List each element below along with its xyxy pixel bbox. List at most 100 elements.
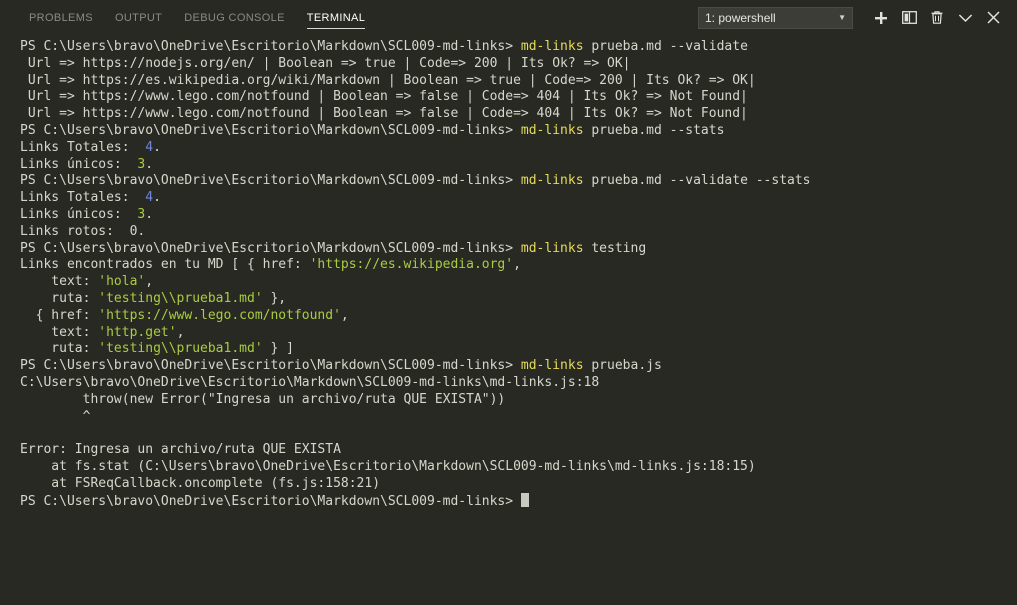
prompt: PS C:\Users\bravo\OneDrive\Escritorio\Ma… <box>20 39 521 54</box>
tab-debug-console[interactable]: DEBUG CONSOLE <box>173 0 296 35</box>
suffix: . <box>145 156 154 172</box>
cmd: md-links <box>520 240 584 256</box>
value: 4 <box>145 190 154 206</box>
terminal-stat-line: Links Totales: 4. <box>0 140 1017 157</box>
terminal-instance-select[interactable]: 1: powershell ▼ <box>698 6 853 29</box>
text: Error: Ingresa un archivo/ruta QUE EXIST… <box>20 442 341 458</box>
label: Links únicos: <box>20 206 138 222</box>
terminal-output-line: throw(new Error("Ingresa un archivo/ruta… <box>0 392 1017 409</box>
terminal-output[interactable]: PS C:\Users\bravo\OneDrive\Escritorio\Ma… <box>0 35 1017 605</box>
close-icon <box>986 11 1000 24</box>
post: } ] <box>262 341 294 357</box>
panel-tab-bar: PROBLEMS OUTPUT DEBUG CONSOLE TERMINAL <box>0 0 376 35</box>
terminal-output-line: ^ <box>0 409 1017 426</box>
str: 'http.get' <box>98 324 177 340</box>
terminal-output-line: Url => https://www.lego.com/notfound | B… <box>0 106 1017 123</box>
text: ^ <box>20 408 91 424</box>
args: testing <box>583 240 647 256</box>
label: Links rotos: <box>20 223 130 239</box>
suffix: . <box>153 190 161 206</box>
new-terminal-button[interactable] <box>867 4 895 32</box>
chevron-down-icon: ▼ <box>838 12 846 22</box>
split-terminal-button[interactable] <box>895 4 923 32</box>
terminal-command-line: PS C:\Users\bravo\OneDrive\Escritorio\Ma… <box>0 39 1017 56</box>
text: Url => https://nodejs.org/en/ | Boolean … <box>20 55 631 71</box>
cmd: md-links <box>520 358 584 374</box>
prompt: PS C:\Users\bravo\OneDrive\Escritorio\Ma… <box>20 358 521 374</box>
label: Links únicos: <box>20 156 138 172</box>
pre: ruta: <box>20 290 99 306</box>
post: }, <box>262 290 287 306</box>
prompt: PS C:\Users\bravo\OneDrive\Escritorio\Ma… <box>20 240 521 256</box>
tab-label: DEBUG CONSOLE <box>184 11 285 24</box>
terminal-stat-line: Links rotos: 0. <box>0 224 1017 241</box>
terminal-output-line: Error: Ingresa un archivo/ruta QUE EXIST… <box>0 442 1017 459</box>
str: 'https://es.wikipedia.org' <box>309 257 514 273</box>
cmd: md-links <box>520 173 584 189</box>
text: throw(new Error("Ingresa un archivo/ruta… <box>20 391 506 407</box>
panel-actions: 1: powershell ▼ <box>698 0 1017 35</box>
text: Url => https://www.lego.com/notfound | B… <box>20 106 748 122</box>
close-panel-button[interactable] <box>979 4 1007 32</box>
tab-terminal[interactable]: TERMINAL <box>296 0 376 35</box>
text: C:\Users\bravo\OneDrive\Escritorio\Markd… <box>20 374 600 390</box>
text: Url => https://es.wikipedia.org/wiki/Mar… <box>20 72 756 88</box>
terminal-stat-line: Links Totales: 4. <box>0 190 1017 207</box>
args: prueba.md --stats <box>583 122 725 138</box>
panel-header: PROBLEMS OUTPUT DEBUG CONSOLE TERMINAL 1: p… <box>0 0 1017 35</box>
terminal-output-line: Url => https://es.wikipedia.org/wiki/Mar… <box>0 73 1017 90</box>
terminal-object-line: ruta: 'testing\\prueba1.md' } ] <box>0 341 1017 358</box>
terminal-object-line: text: 'hola', <box>0 274 1017 291</box>
args: prueba.md --validate --stats <box>583 173 811 189</box>
str: 'testing\\prueba1.md' <box>98 290 263 306</box>
terminal-command-line: PS C:\Users\bravo\OneDrive\Escritorio\Ma… <box>0 173 1017 190</box>
pre: { href: <box>20 307 99 323</box>
label: Links Totales: <box>20 139 146 155</box>
terminal-output-line: Url => https://nodejs.org/en/ | Boolean … <box>0 56 1017 73</box>
terminal-object-line: text: 'http.get', <box>0 325 1017 342</box>
plus-icon <box>874 11 888 25</box>
text: Url => https://www.lego.com/notfound | B… <box>20 89 748 105</box>
cmd: md-links <box>520 39 584 54</box>
terminal-command-line: PS C:\Users\bravo\OneDrive\Escritorio\Ma… <box>0 123 1017 140</box>
args: prueba.js <box>583 358 662 374</box>
args: prueba.md --validate <box>583 39 748 54</box>
post: , <box>145 274 154 290</box>
text: at FSReqCallback.oncomplete (fs.js:158:2… <box>20 475 381 491</box>
str: 'testing\\prueba1.md' <box>98 341 263 357</box>
terminal-stat-line: Links únicos: 3. <box>0 157 1017 174</box>
tab-output[interactable]: OUTPUT <box>104 0 173 35</box>
kill-terminal-button[interactable] <box>923 4 951 32</box>
terminal-output-line: at FSReqCallback.oncomplete (fs.js:158:2… <box>0 476 1017 493</box>
terminal-instance-label: 1: powershell <box>705 10 776 25</box>
terminal-object-line: { href: 'https://www.lego.com/notfound', <box>0 308 1017 325</box>
terminal-command-line: PS C:\Users\bravo\OneDrive\Escritorio\Ma… <box>0 358 1017 375</box>
split-panel-icon <box>901 11 917 24</box>
prompt: PS C:\Users\bravo\OneDrive\Escritorio\Ma… <box>20 122 521 138</box>
pre: ruta: <box>20 341 99 357</box>
chevron-down-icon <box>958 13 973 23</box>
tab-problems[interactable]: PROBLEMS <box>18 0 104 35</box>
prompt: PS C:\Users\bravo\OneDrive\Escritorio\Ma… <box>20 173 521 189</box>
text: at fs.stat (C:\Users\bravo\OneDrive\Escr… <box>20 458 756 474</box>
pre: text: <box>20 274 99 290</box>
terminal-cursor <box>520 492 529 507</box>
post: , <box>176 324 185 340</box>
label: Links Totales: <box>20 190 146 206</box>
str: 'hola' <box>98 274 146 290</box>
terminal-output-line: at fs.stat (C:\Users\bravo\OneDrive\Escr… <box>0 459 1017 476</box>
terminal-active-prompt-line: PS C:\Users\bravo\OneDrive\Escritorio\Ma… <box>0 492 1017 510</box>
suffix: . <box>153 139 161 155</box>
str: 'https://www.lego.com/notfound' <box>98 307 341 323</box>
terminal-output-line: Url => https://www.lego.com/notfound | B… <box>0 89 1017 106</box>
tab-label: OUTPUT <box>114 11 163 24</box>
maximize-panel-button[interactable] <box>951 4 979 32</box>
prompt: PS C:\Users\bravo\OneDrive\Escritorio\Ma… <box>20 493 521 509</box>
post: , <box>340 307 349 323</box>
suffix: . <box>137 223 146 239</box>
pre: Links encontrados en tu MD [ { href: <box>20 257 310 273</box>
terminal-command-line: PS C:\Users\bravo\OneDrive\Escritorio\Ma… <box>0 241 1017 258</box>
value: 4 <box>145 139 154 155</box>
trash-icon <box>930 10 944 25</box>
